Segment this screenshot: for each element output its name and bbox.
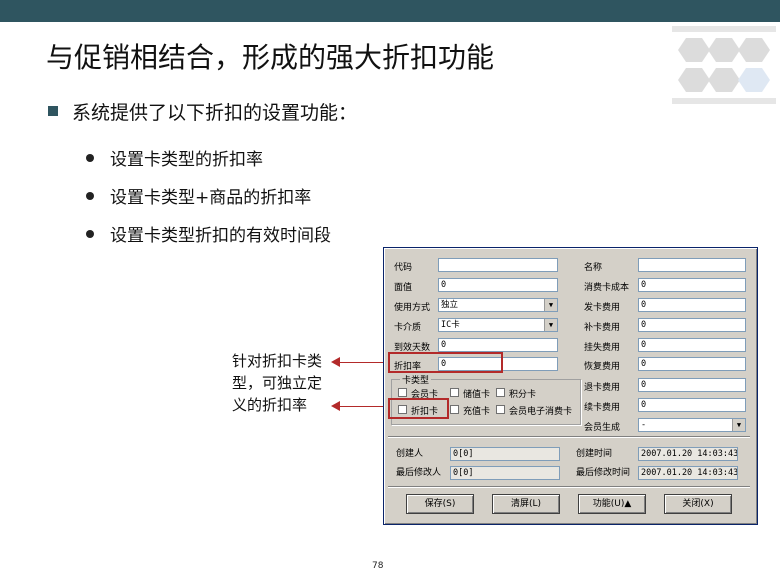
- code-label: 代码: [394, 263, 413, 273]
- clear-button[interactable]: 清屏(L): [492, 494, 560, 514]
- sub-bullet-3: 设置卡类型折扣的有效时间段: [110, 226, 331, 246]
- card-type-dialog: 代码 面值 0 使用方式 独立 ▼ 卡介质 IC卡 ▼ 到效天数 0 折扣率 0…: [383, 247, 758, 525]
- return-fee-label: 退卡费用: [584, 383, 621, 393]
- e-consumption-card-label: 会员电子消费卡: [509, 407, 573, 417]
- renew-fee-input[interactable]: 0: [638, 398, 746, 412]
- annotation-note: 针对折扣卡类型，可独立定义的折扣率: [232, 352, 323, 414]
- points-card-label: 积分卡: [509, 390, 537, 400]
- reissue-fee-input[interactable]: 0: [638, 318, 746, 332]
- member-generate-value: -: [641, 420, 647, 430]
- code-input[interactable]: [438, 258, 558, 272]
- arrow-line: [338, 362, 386, 363]
- medium-select[interactable]: IC卡 ▼: [438, 318, 558, 332]
- medium-value: IC卡: [441, 320, 460, 330]
- medium-label: 卡介质: [394, 323, 422, 333]
- chevron-down-icon[interactable]: ▼: [732, 419, 745, 431]
- stored-value-card-checkbox[interactable]: [450, 388, 459, 397]
- chevron-down-icon[interactable]: ▼: [544, 319, 557, 331]
- loss-report-fee-input[interactable]: 0: [638, 338, 746, 352]
- member-generate-label: 会员生成: [584, 423, 621, 433]
- close-button[interactable]: 关闭(X): [664, 494, 732, 514]
- slide-title: 与促销相结合，形成的强大折扣功能: [46, 41, 495, 74]
- bullet-dot: [86, 230, 94, 238]
- modified-time-value: 2007.01.20 14:03:43: [638, 466, 738, 480]
- divider: [388, 486, 750, 488]
- issue-fee-label: 发卡费用: [584, 303, 621, 313]
- member-generate-select[interactable]: - ▼: [638, 418, 746, 432]
- card-cost-input[interactable]: 0: [638, 278, 746, 292]
- loss-report-fee-label: 挂失费用: [584, 343, 621, 353]
- name-input[interactable]: [638, 258, 746, 272]
- function-button[interactable]: 功能(U)▲: [578, 494, 646, 514]
- card-type-group-title: 卡类型: [400, 373, 432, 386]
- discount-rate-highlight: [388, 352, 503, 373]
- usage-select[interactable]: 独立 ▼: [438, 298, 558, 312]
- bullet-dot: [86, 192, 94, 200]
- face-value-label: 面值: [394, 283, 413, 293]
- creator-label: 创建人: [396, 449, 424, 459]
- created-time-value: 2007.01.20 14:03:43: [638, 447, 738, 461]
- creator-value: 0[0]: [450, 447, 560, 461]
- modified-time-label: 最后修改时间: [576, 468, 631, 478]
- hexagon-decoration: [672, 26, 776, 104]
- arrow-line: [338, 406, 388, 407]
- modifier-value: 0[0]: [450, 466, 560, 480]
- reissue-fee-label: 补卡费用: [584, 323, 621, 333]
- name-label: 名称: [584, 263, 603, 273]
- save-button[interactable]: 保存(S): [406, 494, 474, 514]
- top-bar: [0, 0, 780, 22]
- e-consumption-card-checkbox[interactable]: [496, 405, 505, 414]
- recharge-card-checkbox[interactable]: [450, 405, 459, 414]
- return-fee-input[interactable]: 0: [638, 378, 746, 392]
- usage-label: 使用方式: [394, 303, 431, 313]
- divider: [388, 436, 750, 438]
- chevron-down-icon[interactable]: ▼: [544, 299, 557, 311]
- page-number: 78: [372, 561, 384, 571]
- sub-bullet-1: 设置卡类型的折扣率: [110, 150, 263, 170]
- sub-bullet-2: 设置卡类型+商品的折扣率: [110, 188, 312, 208]
- restore-fee-input[interactable]: 0: [638, 357, 746, 371]
- renew-fee-label: 续卡费用: [584, 403, 621, 413]
- modifier-label: 最后修改人: [396, 468, 442, 478]
- valid-days-input[interactable]: 0: [438, 338, 558, 352]
- bullet-dot: [86, 154, 94, 162]
- discount-card-highlight: [388, 398, 449, 419]
- created-time-label: 创建时间: [576, 449, 613, 459]
- member-card-checkbox[interactable]: [398, 388, 407, 397]
- usage-value: 独立: [441, 300, 459, 310]
- stored-value-card-label: 储值卡: [463, 390, 491, 400]
- restore-fee-label: 恢复费用: [584, 362, 621, 372]
- issue-fee-input[interactable]: 0: [638, 298, 746, 312]
- face-value-input[interactable]: 0: [438, 278, 558, 292]
- card-cost-label: 消费卡成本: [584, 283, 630, 293]
- points-card-checkbox[interactable]: [496, 388, 505, 397]
- bullet-square: [48, 106, 58, 116]
- main-bullet: 系统提供了以下折扣的设置功能：: [72, 102, 358, 124]
- recharge-card-label: 充值卡: [463, 407, 491, 417]
